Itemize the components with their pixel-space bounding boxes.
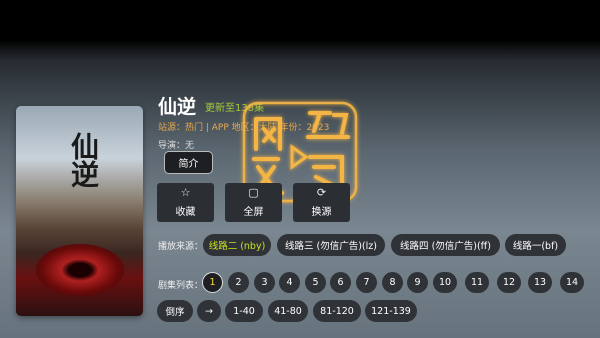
episode-button[interactable]: 12 — [497, 272, 521, 293]
episode-button[interactable]: 9 — [407, 272, 428, 293]
episode-button[interactable]: 14 — [560, 272, 584, 293]
range-chip[interactable]: 1-40 — [225, 300, 263, 322]
switch-source-icon: ⟳ — [316, 186, 327, 199]
star-icon: ☆ — [180, 186, 191, 199]
source-chip-bf[interactable]: 线路一(bf) — [505, 234, 566, 256]
episode-button[interactable]: 2 — [228, 272, 249, 293]
sources-label: 播放来源： — [158, 242, 204, 252]
episode-button[interactable]: 1 — [202, 272, 223, 293]
source-chip-nby[interactable]: 线路二 (nby) — [203, 234, 271, 256]
episode-button[interactable]: 6 — [330, 272, 351, 293]
episode-button[interactable]: 4 — [279, 272, 300, 293]
episode-button[interactable]: 11 — [465, 272, 489, 293]
range-chip[interactable]: 41-80 — [268, 300, 308, 322]
range-chip[interactable]: 121-139 — [365, 300, 417, 322]
range-chip[interactable]: 81-120 — [313, 300, 361, 322]
director-info: 导演：无 — [158, 141, 195, 151]
intro-button[interactable]: 简介 — [164, 151, 213, 174]
show-title: 仙逆 — [158, 96, 197, 118]
episode-button[interactable]: 10 — [433, 272, 457, 293]
episode-button[interactable]: 8 — [382, 272, 403, 293]
reverse-order-button[interactable]: 倒序 — [157, 300, 193, 322]
episode-button[interactable]: 13 — [528, 272, 552, 293]
favorite-button[interactable]: ☆ 收藏 — [157, 183, 214, 222]
episode-button[interactable]: 5 — [305, 272, 326, 293]
source-chip-lz[interactable]: 线路三 (勿信广告)(lz) — [277, 234, 385, 256]
arrow-right-icon[interactable]: → — [197, 300, 221, 322]
episodes-label: 剧集列表： — [158, 281, 204, 291]
episode-button[interactable]: 7 — [356, 272, 377, 293]
favorite-label: 收藏 — [175, 207, 196, 218]
poster-eye-artwork — [36, 244, 124, 296]
source-chip-ff[interactable]: 线路四 (勿信广告)(ff) — [391, 234, 500, 256]
fullscreen-icon: ▢ — [248, 186, 259, 199]
poster-title: 仙逆 — [67, 132, 100, 188]
switch-source-label: 换源 — [311, 207, 332, 218]
switch-source-button[interactable]: ⟳ 换源 — [293, 183, 350, 222]
fullscreen-button[interactable]: ▢ 全屏 — [225, 183, 282, 222]
episode-button[interactable]: 3 — [254, 272, 275, 293]
poster-image: 仙逆 — [16, 106, 143, 316]
fullscreen-label: 全屏 — [243, 207, 264, 218]
